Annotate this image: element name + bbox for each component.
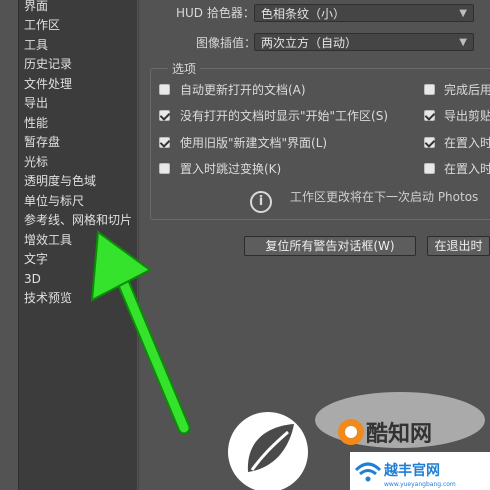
sidebar-item-performance[interactable]: 性能: [24, 115, 48, 131]
image-interpolation-value: 两次立方（自动）: [261, 36, 358, 50]
sidebar-item-3d[interactable]: 3D: [24, 271, 41, 287]
options-group-title: 选项: [168, 60, 201, 77]
watermark-glow: [315, 392, 485, 448]
hud-color-picker-label: HUD 拾色器：: [176, 6, 255, 20]
sidebar-item-units-rulers[interactable]: 单位与标尺: [24, 193, 84, 209]
chevron-down-icon: ▼: [459, 8, 467, 19]
hud-color-picker-value: 色相条纹（小）: [261, 7, 346, 21]
workspace-restart-notice: 工作区更改将在下一次启动 Photos: [290, 190, 479, 204]
legacy-new-document-label: 使用旧版"新建文档"界面(L): [180, 136, 328, 150]
right-option-1-checkbox[interactable]: [424, 84, 435, 95]
leaf-logo-icon: [228, 412, 308, 490]
right-option-2-checkbox[interactable]: [424, 110, 435, 121]
watermark-url: www.yueyangbang.com: [384, 481, 456, 488]
right-option-4-checkbox[interactable]: [424, 163, 435, 174]
auto-update-open-docs-checkbox[interactable]: [159, 84, 170, 95]
show-start-workspace-label: 没有打开的文档时显示"开始"工作区(S): [180, 109, 389, 123]
flame-logo-icon: [338, 419, 364, 445]
right-option-4-label: 在置入时: [444, 162, 490, 176]
skip-transform-when-placing-checkbox[interactable]: [159, 163, 170, 174]
sidebar-item-file-handling[interactable]: 文件处理: [24, 76, 72, 92]
image-interpolation-select[interactable]: 两次立方（自动） ▼: [254, 33, 474, 51]
right-option-3-checkbox[interactable]: [424, 137, 435, 148]
watermark-badge: [350, 452, 490, 490]
watermark-text-kuzhi: 酷知网: [366, 421, 432, 447]
sidebar-item-tools[interactable]: 工具: [24, 37, 48, 53]
sidebar-item-scratch-disks[interactable]: 暂存盘: [24, 134, 60, 150]
auto-update-open-docs-label: 自动更新打开的文档(A): [180, 83, 306, 97]
right-option-3-label: 在置入时: [444, 136, 490, 150]
sidebar-item-type[interactable]: 文字: [24, 251, 48, 267]
right-option-2-label: 导出剪贴: [444, 109, 490, 123]
sidebar-item-export[interactable]: 导出: [24, 95, 48, 111]
image-interpolation-label: 图像插值：: [196, 36, 257, 50]
sidebar-item-workspace[interactable]: 工作区: [24, 17, 60, 33]
sidebar-item-technology-previews[interactable]: 技术预览: [24, 290, 72, 306]
skip-transform-when-placing-label: 置入时跳过变换(K): [180, 162, 282, 176]
hud-color-picker-select[interactable]: 色相条纹（小） ▼: [254, 4, 474, 22]
chevron-down-icon: ▼: [459, 37, 467, 48]
sidebar-item-plugins[interactable]: 增效工具: [24, 232, 72, 248]
show-start-workspace-checkbox[interactable]: [159, 110, 170, 121]
sidebar-item-transparency-gamut[interactable]: 透明度与色域: [24, 173, 96, 189]
watermark-text-site: 越丰官网: [383, 462, 440, 479]
on-exit-button[interactable]: 在退出时: [427, 236, 490, 256]
legacy-new-document-checkbox[interactable]: [159, 137, 170, 148]
sidebar-item-guides-grid-slices[interactable]: 参考线、网格和切片: [24, 212, 132, 228]
reset-all-warnings-button[interactable]: 复位所有警告对话框(W): [244, 236, 416, 256]
sidebar-item-cursors[interactable]: 光标: [24, 154, 48, 170]
wifi-logo-icon: [354, 462, 382, 482]
sidebar-item-history[interactable]: 历史记录: [24, 56, 72, 72]
sidebar-item-interface[interactable]: 界面: [24, 0, 48, 14]
info-icon: i: [250, 191, 272, 213]
right-option-1-label: 完成后用: [444, 83, 490, 97]
